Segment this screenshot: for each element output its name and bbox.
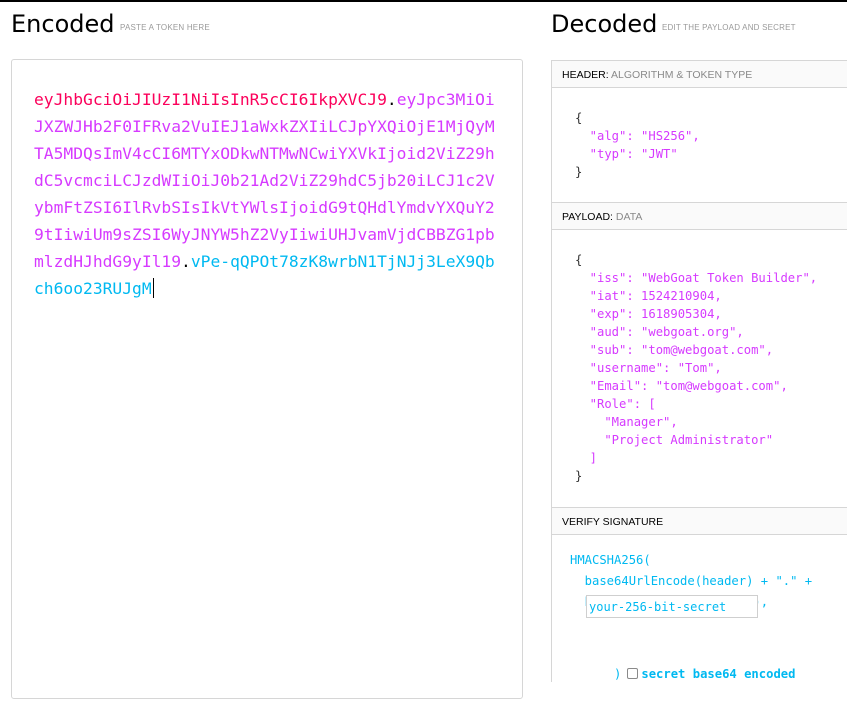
payload-label: PAYLOAD:: [562, 211, 613, 223]
payload-section: PAYLOAD: DATA { "iss": "WebGoat Token Bu…: [551, 202, 847, 507]
code-line: "Role": [: [575, 397, 656, 411]
token-payload-segment: eyJpc3MiOiJXZWJHb2F0IFRva2VuIEJ1aWxkZXIi…: [34, 90, 495, 271]
token-dot-separator: .: [181, 252, 191, 271]
secret-input[interactable]: [586, 595, 758, 618]
encoded-token-editor[interactable]: eyJhbGciOiJIUzI1NiIsInR5cCI6IkpXVCJ9.eyJ…: [11, 59, 523, 699]
code-line: "Manager",: [575, 415, 678, 429]
code-line: }: [575, 165, 583, 179]
signature-formula: HMACSHA256( base64UrlEncode(header) + ".…: [552, 535, 847, 710]
payload-json-editor[interactable]: { "iss": "WebGoat Token Builder", "iat":…: [552, 230, 847, 485]
code-line: "alg": "HS256",: [575, 129, 700, 143]
token-dot-separator: .: [386, 90, 397, 109]
code-line: "typ": "JWT": [575, 147, 678, 161]
payload-sublabel: DATA: [615, 211, 643, 223]
verify-signature-section: VERIFY SIGNATURE HMACSHA256( base64UrlEn…: [551, 507, 847, 682]
formula-close-row: ) secret base64 encoded: [570, 638, 847, 710]
code-line: {: [575, 111, 583, 125]
verify-section-title: VERIFY SIGNATURE: [552, 507, 847, 535]
token-header-segment: eyJhbGciOiJIUzI1NiIsInR5cCI6IkpXVCJ9: [34, 90, 387, 109]
code-line: "iss": "WebGoat Token Builder",: [575, 271, 818, 285]
header-section: HEADER: ALGORITHM & TOKEN TYPE { "alg": …: [551, 60, 847, 202]
header-section-title: HEADER: ALGORITHM & TOKEN TYPE: [552, 60, 847, 88]
header-label: HEADER:: [562, 69, 609, 81]
code-line: "aud": "webgoat.org",: [575, 325, 744, 339]
code-line: "Email": "tom@webgoat.com",: [575, 379, 788, 393]
code-line: "iat": 1524210904,: [575, 289, 722, 303]
code-line: "username": "Tom",: [575, 361, 722, 375]
code-line: "exp": 1618905304,: [575, 307, 722, 321]
decoded-title: Decoded: [551, 10, 658, 38]
code-line: {: [575, 253, 583, 267]
header-json-editor[interactable]: { "alg": "HS256", "typ": "JWT"}: [552, 88, 847, 181]
payload-section-title: PAYLOAD: DATA: [552, 202, 847, 230]
base64-checkbox-label[interactable]: secret base64 encoded: [641, 667, 795, 681]
encoded-title: Encoded: [11, 10, 115, 38]
code-line: ]: [575, 451, 598, 465]
close-paren: ): [614, 667, 622, 681]
encoded-subtitle: PASTE A TOKEN HERE: [120, 23, 210, 32]
decoded-subtitle: EDIT THE PAYLOAD AND SECRET: [662, 23, 796, 32]
code-line: "Project Administrator": [575, 433, 774, 447]
text-cursor: [152, 278, 154, 298]
encoded-token-text[interactable]: eyJhbGciOiJIUzI1NiIsInR5cCI6IkpXVCJ9.eyJ…: [34, 86, 504, 302]
header-sublabel: ALGORITHM & TOKEN TYPE: [611, 69, 753, 81]
code-line: "sub": "tom@webgoat.com",: [575, 343, 774, 357]
code-line: }: [575, 469, 583, 483]
